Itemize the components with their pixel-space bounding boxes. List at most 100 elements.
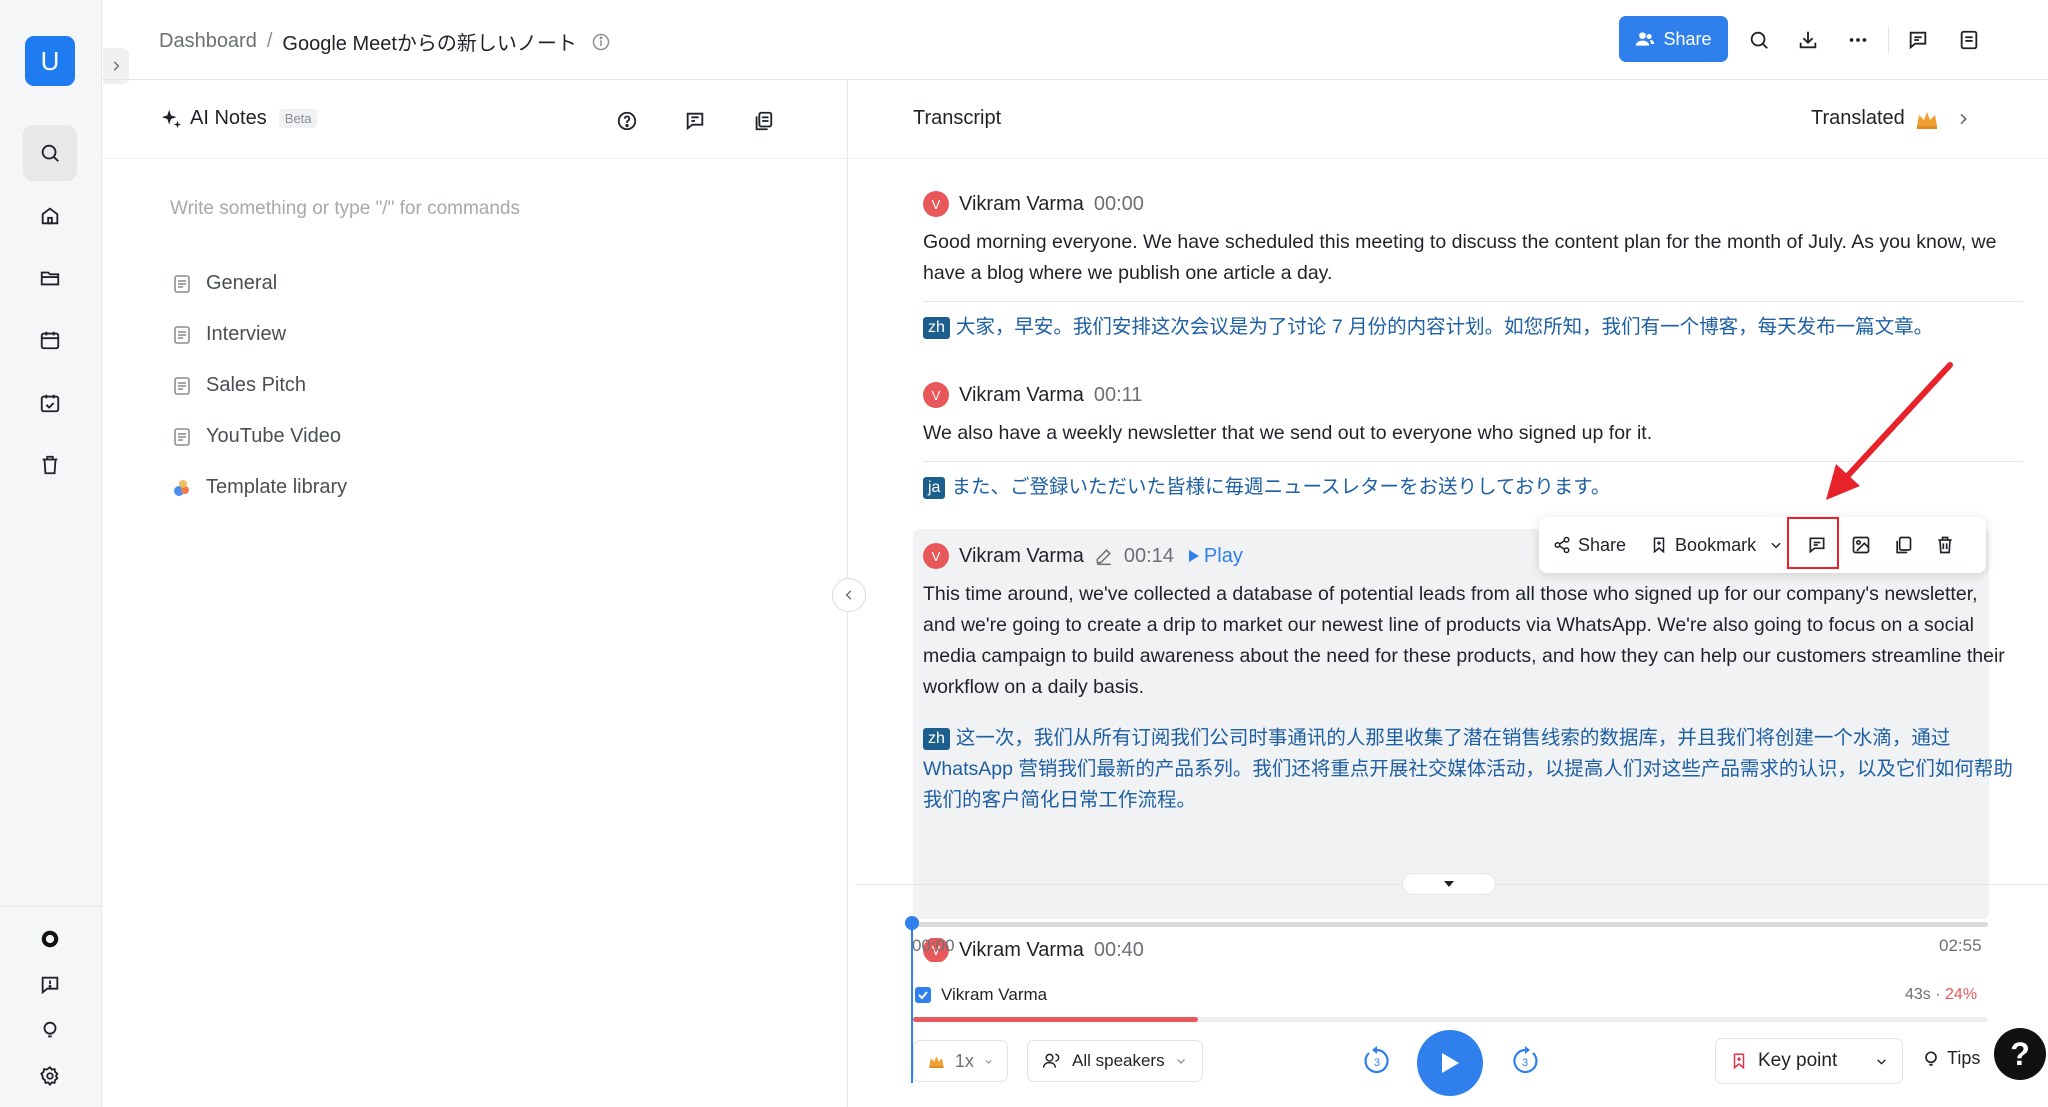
segment-divider (923, 461, 2023, 462)
idea-icon[interactable] (26, 1006, 74, 1054)
segment-header: V Vikram Varma 00:11 (923, 380, 2023, 410)
segment-timestamp[interactable]: 00:11 (1094, 384, 1143, 407)
info-icon[interactable] (591, 32, 611, 52)
speaker-name[interactable]: Vikram Varma (959, 384, 1084, 407)
more-icon[interactable] (1842, 24, 1874, 56)
brand-icon[interactable] (26, 915, 74, 963)
key-point-button[interactable]: Key point (1715, 1038, 1903, 1084)
scroll-down-button[interactable] (1402, 873, 1496, 895)
speaker-filter-row[interactable]: Vikram Varma (915, 985, 1047, 1005)
playback-progress-track[interactable] (912, 922, 1988, 927)
help-button[interactable]: ? (1994, 1028, 2046, 1080)
template-item-general[interactable]: General (172, 258, 347, 309)
page-title[interactable]: Google Meetからの新しいノート (282, 27, 577, 56)
segment-timestamp[interactable]: 00:14 (1124, 545, 1174, 568)
speaker-name[interactable]: Vikram Varma (959, 193, 1084, 216)
caret-down-icon (1444, 881, 1454, 887)
template-item-youtube-video[interactable]: YouTube Video (172, 411, 347, 462)
skip-back-button[interactable]: 3 (1359, 1043, 1395, 1079)
image-icon[interactable] (1841, 525, 1881, 565)
header-divider (1888, 26, 1889, 54)
toolbar-bookmark-label: Bookmark (1675, 534, 1757, 555)
toolbar-share-label: Share (1578, 534, 1627, 555)
edit-pencil-icon[interactable] (1094, 546, 1114, 566)
chat-notes-icon[interactable] (680, 106, 710, 136)
download-icon[interactable] (1792, 24, 1824, 56)
breadcrumb-separator: / (266, 30, 273, 52)
segment-text[interactable]: Good morning everyone. We have scheduled… (923, 227, 2023, 289)
bookmark-add-icon (1733, 1053, 1745, 1070)
template-item-sales-pitch[interactable]: Sales Pitch (172, 360, 347, 411)
trash-icon[interactable] (26, 441, 74, 489)
language-badge: zh (923, 317, 950, 339)
speakers-filter-select[interactable]: All speakers (1027, 1040, 1203, 1082)
language-badge: ja (923, 477, 946, 499)
template-item-interview[interactable]: Interview (172, 309, 347, 360)
key-point-label: Key point (1758, 1050, 1838, 1071)
share-button[interactable]: Share (1619, 16, 1728, 62)
segment-timestamp[interactable]: 00:00 (1094, 193, 1144, 216)
skip-forward-button[interactable]: 3 (1507, 1043, 1543, 1079)
home-icon[interactable] (26, 192, 74, 240)
translated-toggle[interactable]: Translated (1811, 107, 1971, 130)
transcript-segment[interactable]: V Vikram Varma 00:40 (923, 938, 2023, 962)
segment-translation: zh 这一次，我们从所有订阅我们公司时事通讯的人那里收集了潜在销售线索的数据库，并… (923, 723, 2013, 816)
segment-text[interactable]: We also have a weekly newsletter that we… (923, 418, 2023, 449)
settings-icon[interactable] (26, 1052, 74, 1100)
play-pause-button[interactable] (1417, 1030, 1483, 1096)
transcript-pane: Transcript Translated V Vikram Varma 00:… (849, 80, 2048, 1107)
chevron-down-icon (1771, 542, 1781, 549)
search-icon[interactable] (1743, 24, 1775, 56)
copy-icon[interactable] (748, 106, 778, 136)
transcript-segment[interactable]: V Vikram Varma 00:00 Good morning everyo… (923, 189, 2023, 343)
forward-3s-icon: 3 (1513, 1046, 1538, 1074)
search-icon[interactable] (23, 125, 77, 181)
user-avatar[interactable]: U (25, 36, 75, 86)
segment-text[interactable]: This time around, we've collected a data… (923, 579, 2013, 703)
segment-divider (923, 301, 2023, 302)
transcript-segment[interactable]: V Vikram Varma 00:11 We also have a week… (923, 380, 2023, 503)
toolbar-share-button[interactable]: Share (1553, 517, 1626, 573)
template-list: General Interview Sales Pitch YouTube Vi… (172, 258, 347, 513)
play-segment-link[interactable]: Play (1188, 545, 1243, 568)
rewind-3s-icon: 3 (1364, 1046, 1389, 1074)
notes-panel-icon[interactable] (1953, 24, 1985, 56)
speaker-avatar: V (923, 191, 949, 217)
breadcrumb-dashboard[interactable]: Dashboard (159, 30, 257, 53)
delete-icon[interactable] (1925, 525, 1965, 565)
toolbar-bookmark-button[interactable]: Bookmark (1650, 517, 1783, 573)
speaker-name[interactable]: Vikram Varma (959, 939, 1084, 962)
speaker-stats: 43s · 24% (1905, 986, 1977, 1004)
translated-label: Translated (1811, 107, 1905, 129)
beta-badge: Beta (278, 109, 318, 128)
crown-icon (929, 1056, 944, 1069)
skip-forward-label: 3 (1522, 1057, 1528, 1069)
speaker-avatar: V (923, 382, 949, 408)
left-rail: U (0, 0, 102, 1107)
document-icon (174, 325, 190, 344)
folder-icon[interactable] (26, 254, 74, 302)
copy-icon[interactable] (1883, 525, 1923, 565)
comment-icon[interactable] (1902, 24, 1934, 56)
playback-speed-select[interactable]: 1x (913, 1040, 1008, 1082)
breadcrumb: Dashboard / Google Meetからの新しいノート (159, 27, 611, 56)
help-circle-icon[interactable] (612, 106, 642, 136)
translation-text: 大家，早安。我们安排这次会议是为了讨论 7 月份的内容计划。如您所知，我们有一个… (955, 316, 1934, 338)
chevron-right-icon (1960, 113, 1967, 124)
speaker-name[interactable]: Vikram Varma (959, 545, 1084, 568)
feedback-icon[interactable] (26, 961, 74, 1009)
template-item-library[interactable]: Template library (172, 462, 347, 513)
calendar-check-icon[interactable] (26, 379, 74, 427)
speaker-avatar: V (923, 543, 949, 569)
transcript-segment-active[interactable]: V Vikram Varma 00:14 Play This time arou… (923, 541, 2013, 816)
skip-back-label: 3 (1374, 1057, 1380, 1069)
segment-toolbar: Share Bookmark (1539, 517, 1986, 573)
play-label: Play (1203, 544, 1243, 567)
segment-timestamp[interactable]: 00:40 (1094, 939, 1144, 962)
speaker-checkbox[interactable] (915, 987, 931, 1003)
calendar-icon[interactable] (26, 316, 74, 364)
translation-text: 这一次，我们从所有订阅我们公司时事通讯的人那里收集了潜在销售线索的数据库，并且我… (923, 727, 2013, 811)
document-icon (174, 427, 190, 446)
chevron-down-icon (985, 1059, 992, 1064)
notes-editor[interactable]: Write something or type "/" for commands (170, 198, 520, 220)
